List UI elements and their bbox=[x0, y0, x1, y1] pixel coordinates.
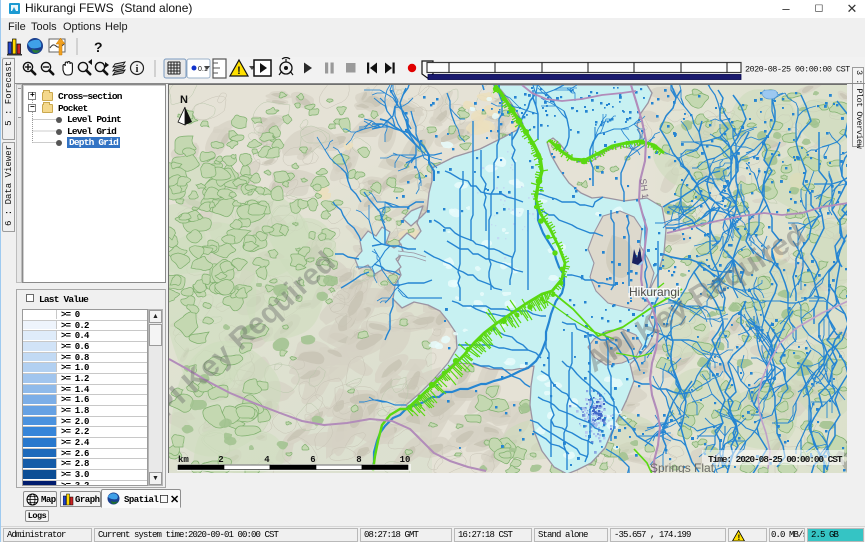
svg-text:4: 4 bbox=[264, 455, 270, 465]
svg-text:!: ! bbox=[237, 65, 241, 77]
svg-text:?: ? bbox=[94, 39, 103, 55]
svg-text:2: 2 bbox=[218, 455, 223, 465]
svg-text:km: km bbox=[178, 455, 189, 465]
svg-text:N: N bbox=[180, 94, 188, 106]
svg-text:Time: 2020-08-25 00:00:00 CST: Time: 2020-08-25 00:00:00 CST bbox=[708, 454, 843, 465]
svg-text:2020-08-25 00:00:00 CST: 2020-08-25 00:00:00 CST bbox=[745, 65, 850, 75]
svg-text:Hikurangi: Hikurangi bbox=[629, 285, 680, 299]
svg-text:6: 6 bbox=[310, 455, 315, 465]
svg-text:Springs Flat: Springs Flat bbox=[650, 461, 715, 473]
svg-text:!: ! bbox=[737, 534, 741, 542]
svg-text:i: i bbox=[136, 64, 139, 75]
svg-text:8: 8 bbox=[356, 455, 361, 465]
svg-text:10: 10 bbox=[400, 455, 411, 465]
